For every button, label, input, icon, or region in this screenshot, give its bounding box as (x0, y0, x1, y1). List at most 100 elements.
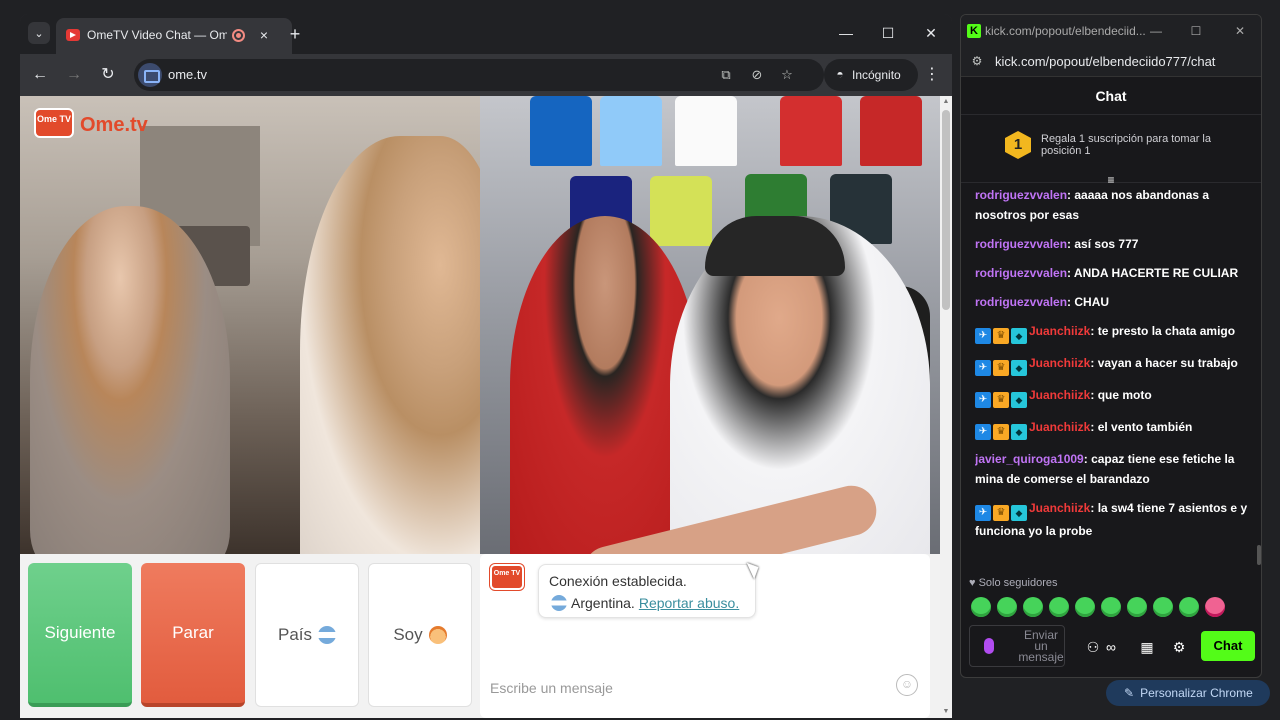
chat-username[interactable]: Juanchiizk (1029, 420, 1090, 434)
followers-only-text: Solo seguidores (978, 577, 1058, 589)
gift-sub-promo[interactable]: 1 Regala 1 suscripción para tomar la pos… (961, 115, 1261, 187)
personalize-label: Personalizar Chrome (1140, 686, 1253, 700)
emoji-icon[interactable]: ☺ (896, 674, 918, 696)
settings-gear-icon[interactable]: ⚙ (1169, 637, 1189, 657)
emote-icon[interactable] (1153, 597, 1173, 617)
emote-icon[interactable] (1127, 597, 1147, 617)
chat-username[interactable]: Juanchiizk (1029, 356, 1090, 370)
stop-button[interactable]: Parar (141, 563, 245, 707)
kick-chat-scrollbar[interactable] (1257, 545, 1261, 565)
emote-icon[interactable] (1101, 597, 1121, 617)
mic-icon[interactable] (984, 638, 994, 654)
minimize-button[interactable]: — (832, 22, 860, 44)
username-separator: : (1090, 356, 1098, 370)
username-separator: : (1083, 452, 1092, 466)
chat-username[interactable]: rodriguezvvalen (975, 188, 1067, 202)
verified-badge-icon: ✈ (975, 392, 991, 408)
boy-face-icon (428, 626, 447, 644)
chat-username[interactable]: Juanchiizk (1029, 324, 1090, 338)
ometv-page: Ome TV Ome.tv Siguiente Parar País Soy O… (20, 96, 952, 718)
chat-text: que moto (1097, 388, 1152, 402)
kick-titlebar: K kick.com/popout/elbendeciid... — ☐ ✕ (961, 15, 1261, 47)
country-button[interactable]: País (255, 563, 359, 707)
jersey (530, 96, 592, 166)
emote-icon[interactable] (997, 597, 1017, 617)
username-separator: : (1090, 324, 1098, 338)
new-tab-button[interactable]: + (284, 23, 306, 45)
country-label: País (277, 625, 313, 644)
chat-text: vayan a hacer su trabajo (1097, 356, 1238, 370)
emote-icon[interactable] (1205, 597, 1225, 617)
chat-username[interactable]: Juanchiizk (1029, 501, 1090, 515)
tab-close-icon[interactable]: × (254, 25, 274, 45)
incognito-label: Incógnito (852, 68, 901, 82)
kick-url-bar[interactable]: ⚙ kick.com/popout/elbendeciido777/chat (961, 47, 1261, 77)
jersey (780, 96, 842, 166)
translate-icon[interactable]: ⧉ (716, 65, 736, 85)
chat-text: te presto la chata amigo (1097, 324, 1236, 338)
chat-text: CHAU (1074, 295, 1110, 309)
ometv-logo: Ome TV Ome.tv (34, 108, 148, 138)
infinity-icon[interactable]: ∞ (1101, 637, 1121, 657)
back-button[interactable]: ← (29, 64, 51, 86)
argentina-flag-icon (318, 626, 337, 644)
kick-window-title: kick.com/popout/elbendeciid... (985, 24, 1146, 38)
username-separator: : (1090, 501, 1098, 515)
stranger-video (480, 96, 940, 554)
emote-icon[interactable] (1075, 597, 1095, 617)
maximize-button[interactable]: ☐ (874, 22, 902, 44)
tab-search-chevron-icon[interactable]: ⌄ (28, 22, 50, 44)
next-label: Siguiente (44, 623, 116, 642)
chat-username[interactable]: javier_quiroga1009 (975, 452, 1084, 466)
pencil-icon: ✎ (1124, 686, 1135, 700)
tab-title: OmeTV Video Chat — Ome (87, 28, 227, 42)
gender-button[interactable]: Soy (368, 563, 472, 707)
emote-icon[interactable] (1023, 597, 1043, 617)
youtube-favicon-icon (66, 29, 80, 41)
emote-icon[interactable] (1179, 597, 1199, 617)
close-window-button[interactable]: ✕ (917, 22, 945, 44)
kick-maximize-button[interactable]: ☐ (1185, 21, 1207, 41)
address-bar[interactable]: ome.tv ⧉ ⊘ ☆ (134, 59, 824, 91)
emote-icon[interactable] (1049, 597, 1069, 617)
report-abuse-link[interactable]: Reportar abuso. (639, 595, 739, 611)
subscriber-badge-icon: ◆ (1011, 328, 1027, 344)
message-input[interactable]: Escribe un mensaje (490, 680, 613, 696)
site-camera-icon[interactable] (138, 63, 162, 87)
stop-label: Parar (172, 623, 214, 642)
subscriber-badge-icon: ◆ (1011, 360, 1027, 376)
country-line: Argentina. Reportar abuso. (551, 595, 739, 611)
incognito-badge[interactable]: ◓ Incógnito (824, 59, 918, 91)
scroll-down-arrow-icon[interactable]: ▼ (940, 706, 952, 718)
jersey (650, 176, 712, 246)
reload-button[interactable]: ↻ (97, 64, 119, 86)
next-button[interactable]: Siguiente (28, 563, 132, 707)
bookmark-star-icon[interactable]: ☆ (777, 65, 797, 85)
user-badges: ✈ ♛ ◆ (975, 424, 1027, 440)
chat-username[interactable]: rodriguezvvalen (975, 266, 1067, 280)
scroll-up-arrow-icon[interactable]: ▲ (940, 96, 952, 108)
browser-menu-icon[interactable]: ⋮ (923, 64, 941, 86)
chat-username[interactable]: rodriguezvvalen (975, 295, 1067, 309)
kick-close-button[interactable]: ✕ (1229, 21, 1251, 41)
scroll-thumb[interactable] (942, 110, 950, 310)
site-settings-icon[interactable]: ⚙ (969, 54, 985, 70)
personalize-chrome-button[interactable]: ✎ Personalizar Chrome (1106, 680, 1270, 706)
crown-badge-icon: ♛ (993, 505, 1009, 521)
username-separator: : (1090, 420, 1098, 434)
jersey (675, 96, 737, 166)
chat-username[interactable]: Juanchiizk (1029, 388, 1090, 402)
chat-message: ✈ ♛ ◆ Juanchiizk: la sw4 tiene 7 asientos e… (975, 498, 1257, 541)
page-scrollbar[interactable]: ▲ ▼ (940, 96, 952, 718)
eye-off-icon[interactable]: ⊘ (747, 65, 767, 85)
kick-minimize-button[interactable]: — (1145, 21, 1167, 41)
chat-username[interactable]: rodriguezvvalen (975, 237, 1067, 251)
emote-icon[interactable] (971, 597, 991, 617)
kick-message-input[interactable]: Enviar un mensaje (969, 625, 1065, 667)
tab-ometv[interactable]: OmeTV Video Chat — Ome × (56, 18, 292, 54)
store-icon[interactable]: ▦ (1137, 637, 1157, 657)
tab-strip: ⌄ OmeTV Video Chat — Ome × + — ☐ ✕ (20, 14, 952, 54)
people-icon[interactable]: ⚇ (1083, 637, 1103, 657)
forward-button[interactable]: → (63, 64, 85, 86)
send-chat-button[interactable]: Chat (1201, 631, 1255, 661)
